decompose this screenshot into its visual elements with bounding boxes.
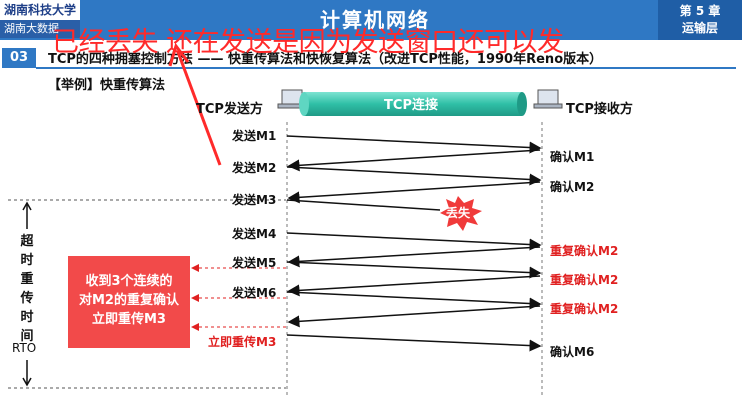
receiver-label: TCP接收方: [566, 102, 633, 117]
rto-abbreviation: RTO: [12, 341, 37, 355]
rto-char: 传: [20, 291, 34, 306]
rto-vertical-label: 超 时 重 传 时 间: [18, 232, 36, 346]
send-m4-arrow: [286, 232, 542, 251]
send-label-m3: 发送M3: [232, 193, 277, 207]
send-label-m2: 发送M2: [232, 161, 277, 175]
retransmit-label: 立即重传M3: [208, 335, 277, 349]
dup-ack-label-2: 重复确认M2: [550, 273, 619, 287]
retransmit-m3-arrow: [286, 334, 542, 352]
ack-label-m1: 确认M1: [550, 150, 595, 164]
dup-ack-label-1: 重复确认M2: [550, 244, 619, 258]
send-m5-arrow: [286, 261, 542, 279]
dup-ack-1-arrow: [287, 246, 541, 268]
overlay-annotation: 已经丢失 还在发送是因为发送窗口还可以发: [52, 27, 564, 58]
receiver-computer-icon: [533, 89, 563, 109]
dup-ack-label-3: 重复确认M2: [550, 302, 619, 316]
ack-m1-arrow: [287, 149, 541, 172]
fast-retransmit-note: 收到3个连续的 对M2的重复确认 立即重传M3: [68, 256, 190, 348]
dup-ack-3-arrow: [287, 305, 541, 328]
rto-char: 时: [20, 253, 34, 268]
lost-label: 丢失: [446, 206, 471, 220]
rto-char: 时: [20, 310, 34, 325]
rto-char: 重: [20, 272, 34, 287]
send-m1-arrow: [286, 135, 542, 154]
note-line-2: 对M2的重复确认: [79, 293, 179, 308]
ack-label-m2: 确认M2: [550, 180, 595, 194]
send-m2-arrow: [286, 166, 542, 186]
ack-m2-arrow: [287, 181, 541, 204]
send-label-m4: 发送M4: [232, 227, 277, 241]
send-m3-arrow: [286, 199, 441, 211]
ack-label-m6: 确认M6: [550, 345, 595, 359]
send-label-m5: 发送M5: [232, 256, 277, 270]
tcp-connection-label: TCP连接: [384, 98, 438, 113]
rto-char: 超: [20, 234, 34, 249]
send-m6-arrow: [286, 291, 542, 310]
note-line-1: 收到3个连续的: [85, 274, 173, 289]
note-line-3: 立即重传M3: [92, 312, 166, 327]
send-label-m6: 发送M6: [232, 286, 277, 300]
sender-label: TCP发送方: [196, 102, 263, 117]
dup-ack-2-arrow: [287, 275, 541, 297]
send-label-m1: 发送M1: [232, 129, 277, 143]
